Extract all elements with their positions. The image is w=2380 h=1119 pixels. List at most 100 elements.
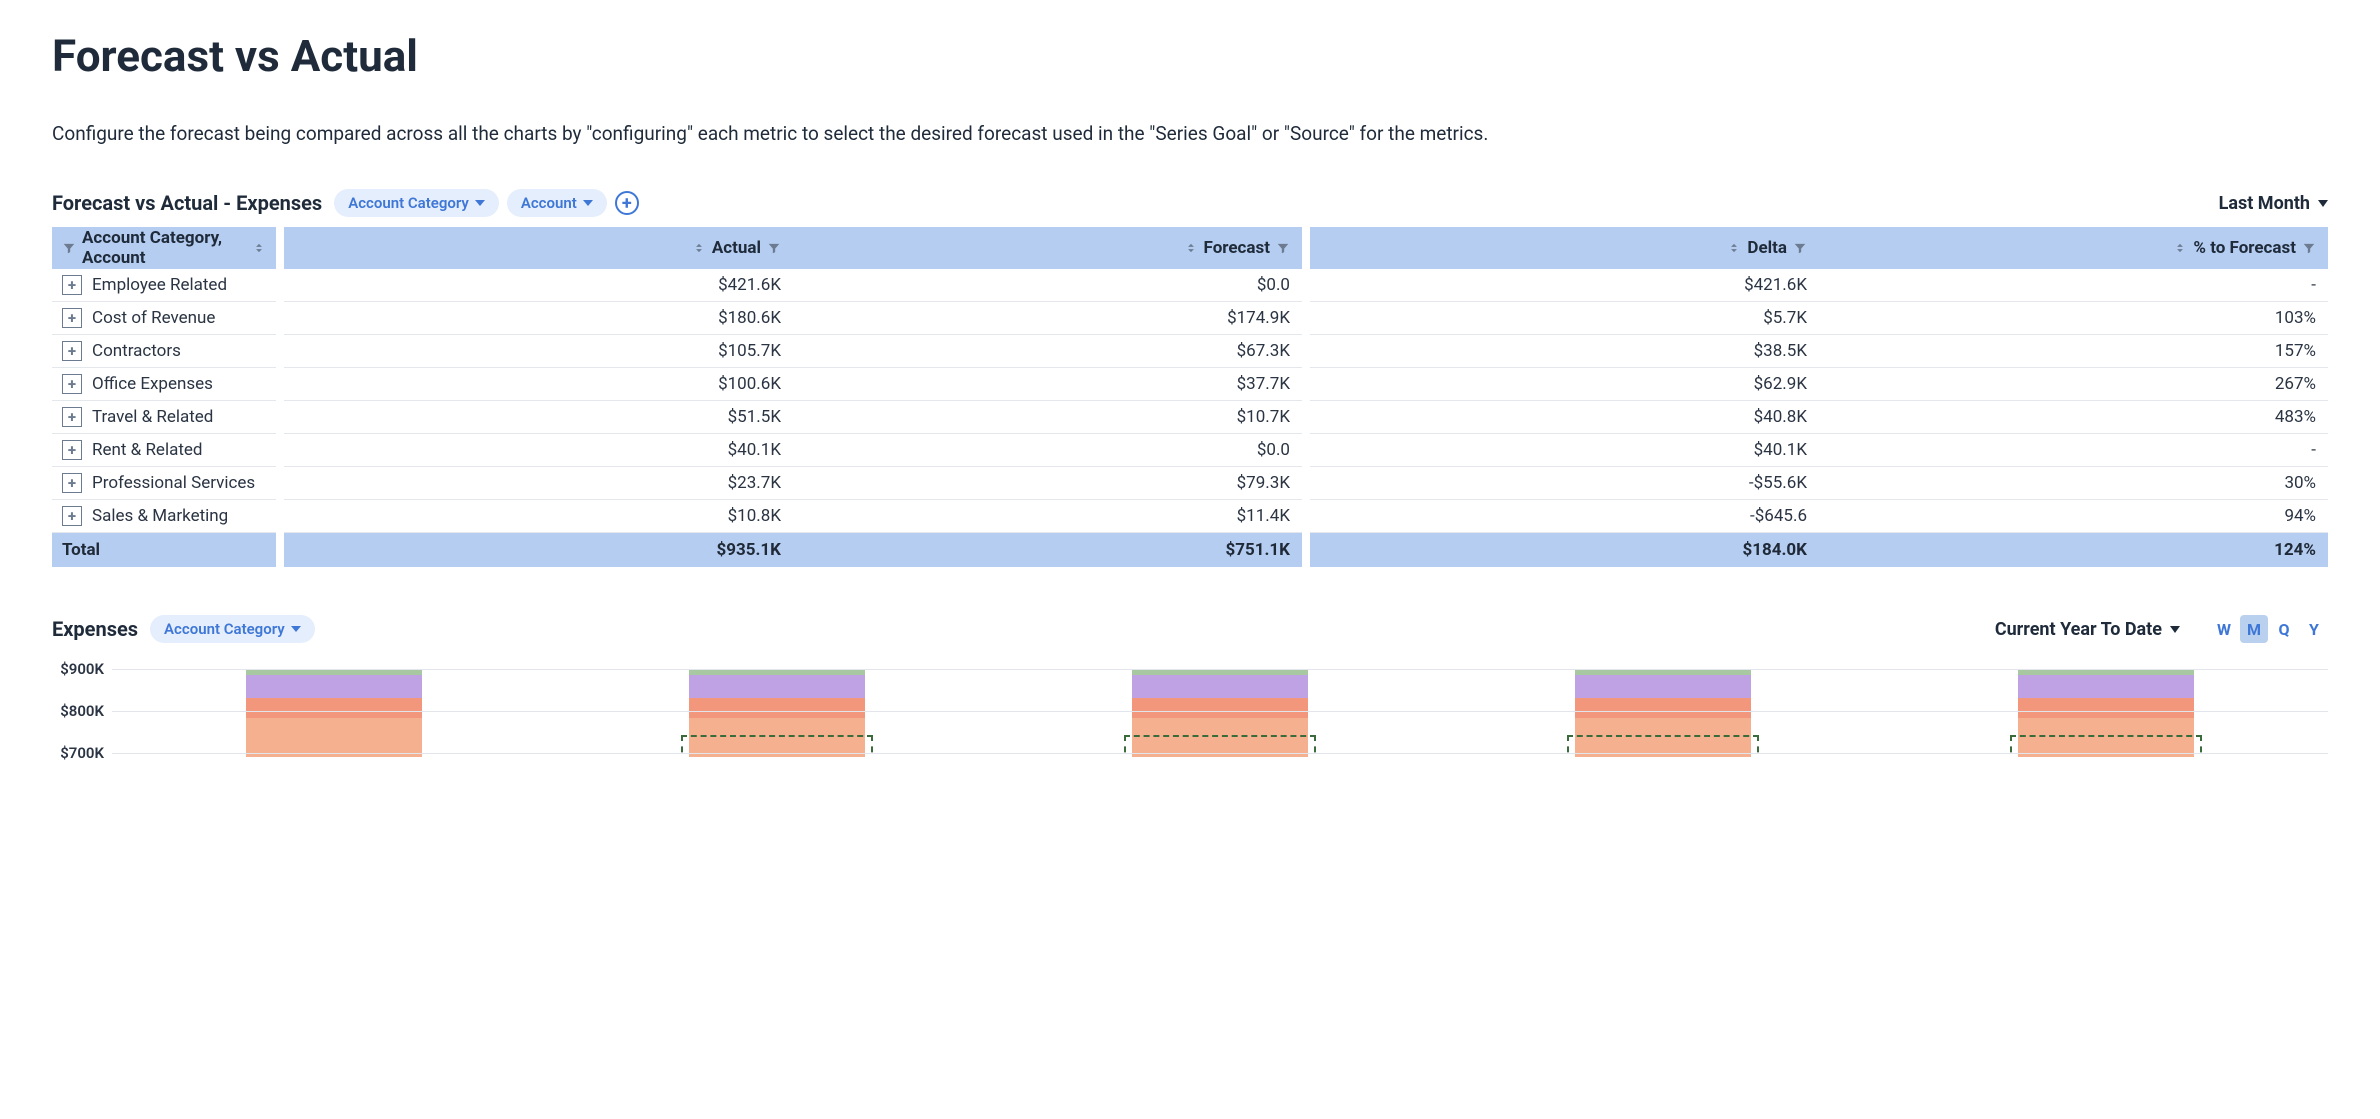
- expand-row-button[interactable]: +: [62, 275, 82, 295]
- col-header-pct[interactable]: % to Forecast: [1819, 227, 2328, 269]
- expand-row-button[interactable]: +: [62, 374, 82, 394]
- forecast-vs-actual-table: Account Category, Account Actual ForecastD…: [52, 227, 2328, 567]
- table-row-category: +Office Expenses: [52, 368, 276, 401]
- cell-actual: $100.6K: [284, 368, 793, 401]
- table-row-category: + Cost of Revenue: [52, 302, 276, 335]
- table-range-select[interactable]: Last Month: [2219, 193, 2328, 214]
- granularity-q[interactable]: Q: [2270, 615, 2298, 643]
- cell-delta: $5.7K: [1310, 302, 1819, 335]
- sort-icon[interactable]: [692, 241, 706, 255]
- table-row-category: +Travel & Related: [52, 401, 276, 434]
- granularity-y[interactable]: Y: [2300, 615, 2328, 643]
- total-label: Total: [52, 533, 276, 567]
- col-header-label: Actual: [712, 238, 761, 258]
- grid-line: [112, 669, 2328, 670]
- pill-chart-account-category[interactable]: Account Category: [150, 615, 315, 643]
- table-row-category: +Employee Related: [52, 269, 276, 302]
- cell-forecast: $67.3K: [793, 335, 1302, 368]
- cell-actual: $105.7K: [284, 335, 793, 368]
- cell-pct: -: [1819, 434, 2328, 467]
- expand-row-button[interactable]: +: [62, 473, 82, 493]
- add-dimension-button[interactable]: +: [615, 191, 639, 215]
- chart-bar-segment: [1575, 675, 1751, 698]
- chart-bar-segment: [1575, 718, 1751, 757]
- caret-down-icon: [583, 200, 593, 206]
- cell-pct: 267%: [1819, 368, 2328, 401]
- sort-icon[interactable]: [2173, 241, 2187, 255]
- caret-down-icon: [2318, 200, 2328, 207]
- row-category-label: Professional Services: [92, 473, 255, 493]
- granularity-group: WMQY: [2210, 615, 2328, 643]
- expand-row-button[interactable]: +: [62, 506, 82, 526]
- cell-actual: $40.1K: [284, 434, 793, 467]
- chart-bar-segment: [689, 675, 865, 698]
- chart-range-select[interactable]: Current Year To Date: [1995, 619, 2180, 640]
- cell-pct: 30%: [1819, 467, 2328, 500]
- expand-row-button[interactable]: +: [62, 407, 82, 427]
- row-category-label: Contractors: [92, 341, 181, 361]
- col-header-delta[interactable]: Delta: [1310, 227, 1819, 269]
- filter-icon[interactable]: [1793, 241, 1807, 255]
- chart-bar[interactable]: [246, 657, 422, 757]
- cell-delta: -$55.6K: [1310, 467, 1819, 500]
- table-row-category: + Professional Services: [52, 467, 276, 500]
- filter-icon[interactable]: [767, 241, 781, 255]
- table-row-category: +Sales & Marketing: [52, 500, 276, 533]
- chart-bar[interactable]: [1575, 657, 1751, 757]
- pill-account[interactable]: Account: [507, 189, 607, 217]
- chart-section-title: Expenses: [52, 617, 138, 641]
- col-header-cat[interactable]: Account Category, Account: [52, 227, 276, 269]
- granularity-w[interactable]: W: [2210, 615, 2238, 643]
- chart-bar[interactable]: [2018, 657, 2194, 757]
- total-delta: $184.0K: [1310, 533, 1819, 567]
- page-description: Configure the forecast being compared ac…: [52, 122, 2328, 145]
- chart-bar-segment: [689, 718, 865, 757]
- sort-icon[interactable]: [1727, 241, 1741, 255]
- total-pct: 124%: [1819, 533, 2328, 567]
- cell-delta: $40.1K: [1310, 434, 1819, 467]
- chart-bar-segment: [2018, 675, 2194, 698]
- grid-line: [112, 711, 2328, 712]
- sort-icon[interactable]: [252, 241, 266, 255]
- cell-actual: $10.8K: [284, 500, 793, 533]
- expand-row-button[interactable]: +: [62, 341, 82, 361]
- pill-label: Account Category: [348, 194, 469, 212]
- chart-bar[interactable]: [689, 657, 865, 757]
- row-category-label: Cost of Revenue: [92, 308, 215, 328]
- col-header-forecast[interactable]: Forecast: [793, 227, 1302, 269]
- caret-down-icon: [475, 200, 485, 206]
- range-label: Current Year To Date: [1995, 619, 2162, 640]
- cell-forecast: $11.4K: [793, 500, 1302, 533]
- table-row-category: + Contractors: [52, 335, 276, 368]
- filter-icon[interactable]: [1276, 241, 1290, 255]
- page-title: Forecast vs Actual: [52, 30, 2328, 82]
- pill-account-category[interactable]: Account Category: [334, 189, 499, 217]
- chart-bar-segment: [689, 698, 865, 718]
- sort-icon[interactable]: [1184, 241, 1198, 255]
- caret-down-icon: [291, 626, 301, 632]
- cell-pct: 157%: [1819, 335, 2328, 368]
- filter-icon[interactable]: [62, 241, 76, 255]
- pill-label: Account: [521, 194, 577, 212]
- col-header-label: % to Forecast: [2193, 238, 2296, 258]
- total-actual: $935.1K: [284, 533, 793, 567]
- cell-pct: 103%: [1819, 302, 2328, 335]
- chart-bar-segment: [1132, 718, 1308, 757]
- expand-row-button[interactable]: +: [62, 308, 82, 328]
- cell-actual: $421.6K: [284, 269, 793, 302]
- cell-delta: $38.5K: [1310, 335, 1819, 368]
- table-row-category: +Rent & Related: [52, 434, 276, 467]
- y-tick-label: $700K: [60, 744, 104, 762]
- expenses-chart: $900K$800K$700K: [52, 657, 2328, 757]
- cell-forecast: $0.0: [793, 269, 1302, 302]
- cell-delta: $62.9K: [1310, 368, 1819, 401]
- chart-bar-segment: [2018, 718, 2194, 757]
- cell-delta: $421.6K: [1310, 269, 1819, 302]
- expand-row-button[interactable]: +: [62, 440, 82, 460]
- granularity-m[interactable]: M: [2240, 615, 2268, 643]
- col-header-actual[interactable]: Actual: [284, 227, 793, 269]
- grid-line: [112, 753, 2328, 754]
- chart-bar[interactable]: [1132, 657, 1308, 757]
- filter-icon[interactable]: [2302, 241, 2316, 255]
- total-forecast: $751.1K: [793, 533, 1302, 567]
